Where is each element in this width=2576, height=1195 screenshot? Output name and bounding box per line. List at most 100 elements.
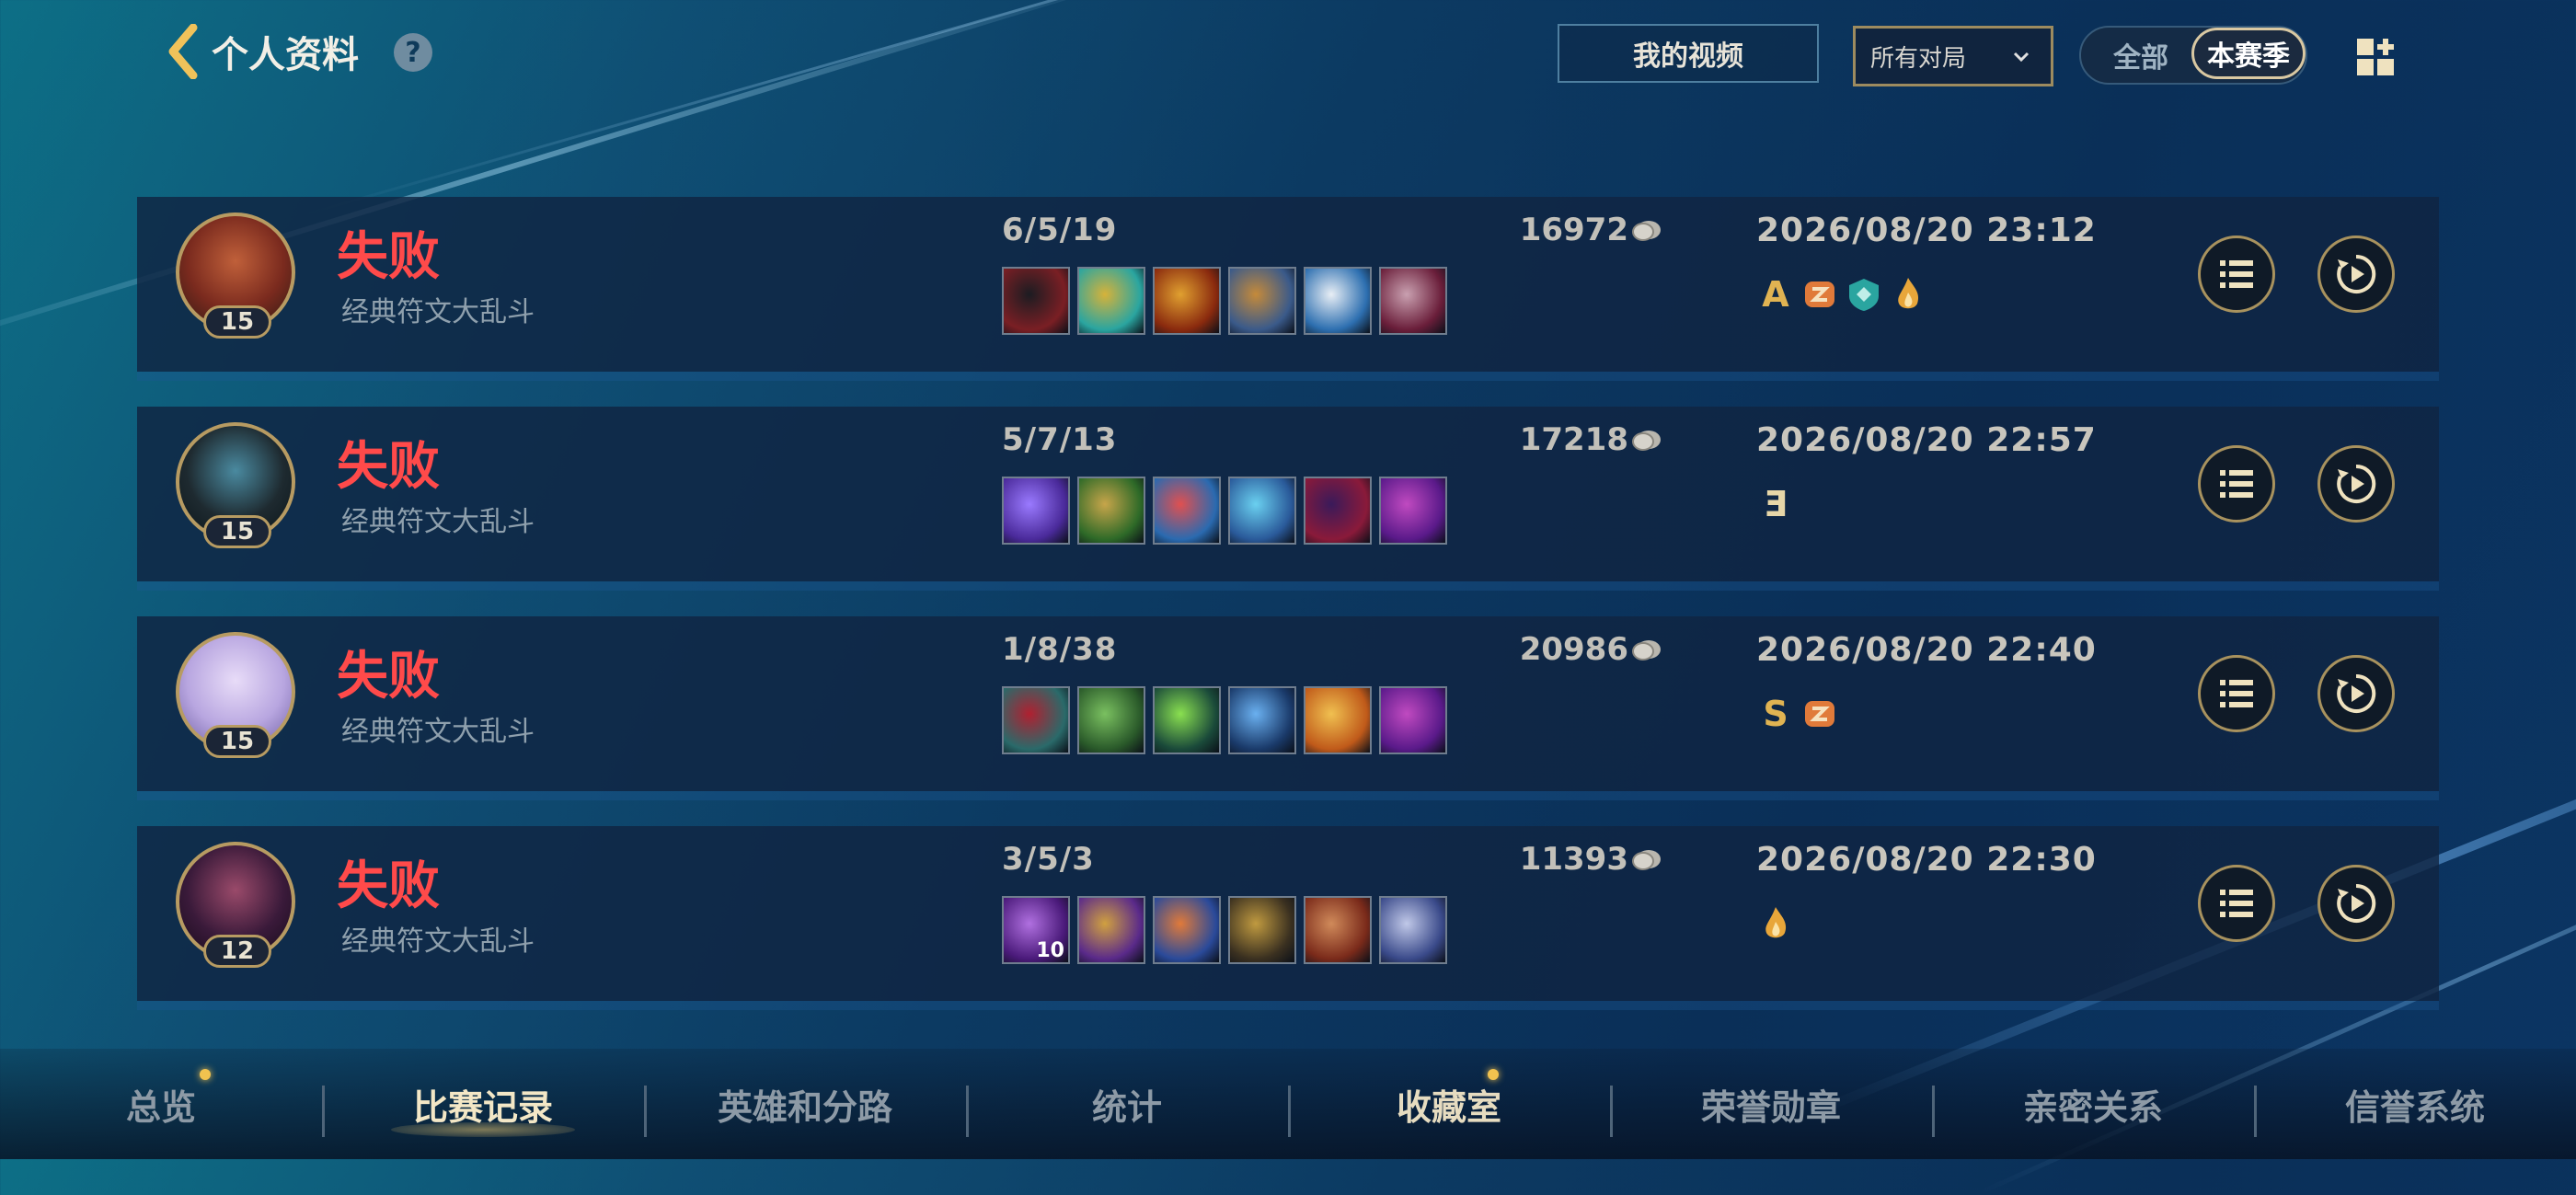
replay-button[interactable] <box>2317 236 2395 313</box>
kda-text: 5/7/13 <box>1002 421 1118 458</box>
violet-orb-item-icon[interactable]: 10 <box>1002 896 1070 964</box>
row-separator <box>137 791 2439 800</box>
champion-level-badge: 15 <box>203 305 271 339</box>
nav-tab[interactable]: 信誉系统 <box>2254 1049 2576 1159</box>
notification-dot <box>1488 1069 1499 1080</box>
match-details-button[interactable] <box>2198 655 2275 732</box>
dark-helm-item-icon[interactable] <box>1002 686 1070 754</box>
nav-tab[interactable]: 亲密关系 <box>1932 1049 2254 1159</box>
list-icon <box>2220 680 2253 707</box>
verdant-crest-item-icon[interactable] <box>1153 686 1221 754</box>
trident-item-icon[interactable] <box>1228 686 1296 754</box>
armor-item-icon[interactable] <box>1228 267 1296 335</box>
boots-item-icon[interactable] <box>1379 267 1447 335</box>
replay-button[interactable] <box>2317 655 2395 732</box>
layout-grid-icon[interactable] <box>2355 37 2396 77</box>
my-videos-button[interactable]: 我的视频 <box>1558 24 1819 83</box>
row-separator <box>137 1001 2439 1010</box>
list-icon <box>2220 470 2253 498</box>
match-filter-value: 所有对局 <box>1870 44 1967 73</box>
nature-shield-item-icon[interactable] <box>1077 477 1145 545</box>
gold-amount: 20986 <box>1520 631 1663 668</box>
match-row[interactable]: 15 失败 经典符文大乱斗 5/7/13 17218 2026/08/20 22… <box>137 407 2439 591</box>
nav-tab[interactable]: 荣誉勋章 <box>1610 1049 1932 1159</box>
emblem-icon <box>1800 694 1839 734</box>
bottom-nav: 总览 比赛记录 英雄和分路 统计 收藏室 荣誉勋章 亲密关系 信誉系统 <box>0 1049 2576 1159</box>
thorn-plate-item-icon[interactable] <box>1077 686 1145 754</box>
list-icon <box>2220 260 2253 288</box>
replay-button[interactable] <box>2317 445 2395 523</box>
item-build <box>1002 477 1447 545</box>
match-datetime: 2026/08/20 22:40 <box>1756 631 2097 669</box>
replay-icon <box>2337 464 2376 503</box>
crystal-scepter-item-icon[interactable] <box>1228 477 1296 545</box>
nav-tab[interactable]: 总览 <box>0 1049 322 1159</box>
white-blade-item-icon[interactable] <box>1304 267 1372 335</box>
spell-sigil-item-icon[interactable] <box>1153 896 1221 964</box>
badge-a-icon: A <box>1762 274 1789 315</box>
gold-amount: 11393 <box>1520 841 1663 878</box>
achievement-badges: S <box>1756 694 1839 734</box>
row-separator <box>137 581 2439 591</box>
mask-item-icon[interactable] <box>1153 477 1221 545</box>
match-result: 失败 <box>337 227 440 287</box>
match-datetime: 2026/08/20 22:30 <box>1756 841 2097 879</box>
match-details-button[interactable] <box>2198 865 2275 942</box>
match-datetime: 2026/08/20 22:57 <box>1756 421 2097 459</box>
match-details-button[interactable] <box>2198 445 2275 523</box>
nav-tab[interactable]: 英雄和分路 <box>644 1049 966 1159</box>
flame-blade-item-icon[interactable] <box>1153 267 1221 335</box>
champion-level-badge: 15 <box>203 515 271 548</box>
nav-divider <box>1932 1086 1935 1137</box>
tome-item-icon[interactable] <box>1304 896 1372 964</box>
crimson-hood-item-icon[interactable] <box>1304 477 1372 545</box>
back-button[interactable]: 个人资料 <box>166 24 359 79</box>
match-result: 失败 <box>337 437 440 497</box>
toggle-all[interactable]: 全部 <box>2090 28 2191 83</box>
arcane-orb-item-icon[interactable] <box>1002 477 1070 545</box>
kda-text: 1/8/38 <box>1002 631 1118 668</box>
flame-icon <box>1889 274 1927 315</box>
nav-tab[interactable]: 统计 <box>966 1049 1288 1159</box>
match-result: 失败 <box>337 647 440 707</box>
replay-button[interactable] <box>2317 865 2395 942</box>
axe-item-icon[interactable] <box>1002 267 1070 335</box>
gold-mantle-item-icon[interactable] <box>1228 896 1296 964</box>
arcane-boots-item-icon[interactable] <box>1379 477 1447 545</box>
item-stack-count: 10 <box>1036 939 1064 962</box>
gold-value: 11393 <box>1519 841 1628 878</box>
match-row[interactable]: 15 失败 经典符文大乱斗 6/5/19 16972 2026/08/20 23… <box>137 197 2439 381</box>
badge-s-icon: S <box>1763 694 1788 734</box>
badge-e-icon: Ǝ <box>1764 484 1788 524</box>
season-toggle[interactable]: 全部 本赛季 <box>2079 26 2307 85</box>
gold-coin-icon <box>1632 850 1661 870</box>
game-mode: 经典符文大乱斗 <box>341 716 535 748</box>
replay-icon <box>2337 883 2376 923</box>
gold-amount: 16972 <box>1520 212 1663 248</box>
sun-emblem-item-icon[interactable] <box>1304 686 1372 754</box>
toggle-current-season[interactable]: 本赛季 <box>2191 28 2306 79</box>
replay-icon <box>2337 254 2376 293</box>
nav-tab[interactable]: 收藏室 <box>1288 1049 1610 1159</box>
item-build: 10 <box>1002 896 1447 964</box>
gold-value: 16972 <box>1519 212 1628 248</box>
champion-level-badge: 15 <box>203 725 271 758</box>
match-filter-select[interactable]: 所有对局 <box>1853 26 2053 86</box>
arcane-boots-item-icon[interactable] <box>1379 686 1447 754</box>
match-row[interactable]: 15 失败 经典符文大乱斗 1/8/38 20986 2026/08/20 22… <box>137 616 2439 800</box>
nav-tab[interactable]: 比赛记录 <box>322 1049 644 1159</box>
mage-hat-item-icon[interactable] <box>1077 896 1145 964</box>
achievement-badges <box>1756 903 1795 944</box>
gold-amount: 17218 <box>1520 421 1663 458</box>
match-details-button[interactable] <box>2198 236 2275 313</box>
swift-boots-item-icon[interactable] <box>1379 896 1447 964</box>
game-mode: 经典符文大乱斗 <box>341 506 535 538</box>
match-row[interactable]: 12 失败 经典符文大乱斗 3/5/3 11393 10 2026/08/20 … <box>137 826 2439 1010</box>
kda-text: 3/5/3 <box>1002 841 1095 878</box>
gold-coin-icon <box>1632 640 1661 661</box>
gold-value: 20986 <box>1519 631 1628 668</box>
item-build <box>1002 686 1447 754</box>
gold-sigil-item-icon[interactable] <box>1077 267 1145 335</box>
help-icon[interactable]: ? <box>394 33 432 72</box>
page-title: 个人资料 <box>212 34 359 76</box>
